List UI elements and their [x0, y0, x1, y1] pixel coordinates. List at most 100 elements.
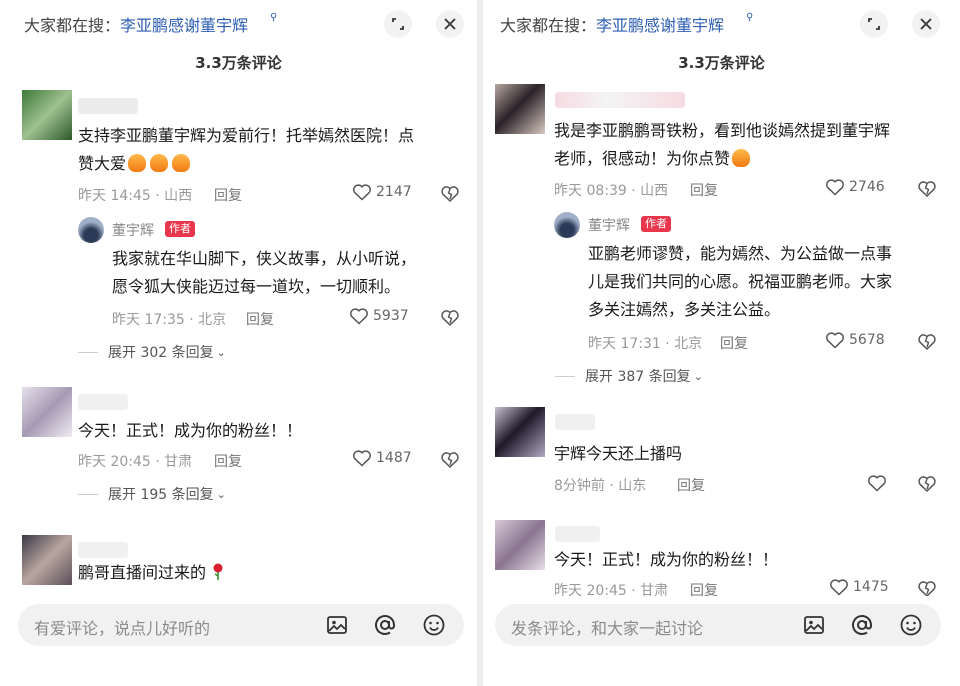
- avatar[interactable]: [495, 520, 545, 570]
- divider-line: [78, 493, 98, 495]
- emoji-icon[interactable]: [422, 613, 446, 637]
- reply-button[interactable]: 回复: [690, 580, 718, 596]
- expand-replies-label: 展开 302 条回复: [108, 345, 214, 361]
- comment-text: 今天！正式！成为你的粉丝！！: [554, 550, 779, 569]
- chevron-down-icon: ⌄: [693, 369, 703, 383]
- avatar[interactable]: [22, 90, 72, 140]
- comment-text: 支持李亚鹏董宇辉为爱前行！托举嫣然医院！点 赞大爱: [78, 126, 415, 173]
- dislike-icon[interactable]: [917, 579, 937, 596]
- username-blurred[interactable]: [78, 394, 128, 410]
- search-suggestion[interactable]: 大家都在搜：李亚鹏感谢董宇辉: [500, 12, 724, 36]
- reply-button[interactable]: 回复: [214, 451, 242, 471]
- expand-replies-button[interactable]: 展开 387 条回复 ⌄: [555, 366, 703, 386]
- author-badge: 作者: [641, 216, 671, 232]
- username-blurred[interactable]: [555, 92, 685, 108]
- comment-input[interactable]: 发条评论，和大家一起讨论: [495, 604, 941, 646]
- chevron-down-icon: ⌄: [216, 345, 226, 359]
- image-icon[interactable]: [802, 613, 826, 637]
- comment-text: 今天！正式！成为你的粉丝！！: [78, 421, 303, 440]
- like-button[interactable]: 2147: [352, 183, 412, 201]
- comment-meta: 昨天 20:45 · 甘肃: [78, 454, 193, 470]
- search-suggestion[interactable]: 大家都在搜：李亚鹏感谢董宇辉: [24, 12, 248, 36]
- like-count: 5678: [849, 332, 885, 348]
- author-badge: 作者: [165, 221, 195, 237]
- dislike-icon[interactable]: [440, 308, 460, 328]
- avatar[interactable]: [22, 535, 72, 585]
- search-prefix-label: 大家都在搜：: [24, 16, 121, 35]
- reply-button[interactable]: 回复: [677, 475, 705, 495]
- image-icon[interactable]: [325, 613, 349, 637]
- heart-icon[interactable]: [867, 474, 887, 492]
- comment-text: 鹏哥直播间过来的: [78, 559, 468, 587]
- heart-icon: [826, 179, 844, 196]
- dislike-icon[interactable]: [440, 184, 460, 204]
- reply-meta: 昨天 17:35 · 北京: [112, 312, 227, 328]
- expand-replies-button[interactable]: 展开 302 条回复 ⌄: [78, 342, 226, 362]
- dislike-icon[interactable]: [917, 474, 937, 494]
- username-blurred[interactable]: [78, 542, 128, 558]
- like-button[interactable]: 1475: [829, 578, 889, 596]
- like-button[interactable]: 1487: [352, 449, 412, 467]
- comment-list[interactable]: 支持李亚鹏董宇辉为爱前行！托举嫣然医院！点 赞大爱 昨天 14:45 · 山西 …: [0, 80, 477, 596]
- reply-text: 我家就在华山脚下，侠义故事，从小听说， 愿令狐大侠能迈过每一道坎，一切顺利。: [112, 249, 417, 296]
- like-button[interactable]: 5678: [825, 331, 885, 349]
- chevron-down-icon: ⌄: [216, 487, 226, 501]
- like-button[interactable]: 5937: [349, 307, 409, 325]
- at-icon[interactable]: [373, 613, 397, 637]
- heart-icon: [350, 308, 368, 325]
- expand-replies-label: 展开 195 条回复: [108, 487, 214, 503]
- username-blurred[interactable]: [555, 526, 600, 542]
- avatar[interactable]: [495, 84, 545, 134]
- fullscreen-button[interactable]: [384, 10, 412, 38]
- top-bar: 大家都在搜：李亚鹏感谢董宇辉 ⚲: [0, 0, 477, 46]
- heart-icon: [826, 332, 844, 349]
- comment-meta: 昨天 20:45 · 甘肃: [554, 583, 669, 596]
- comment-meta: 昨天 08:39 · 山西: [554, 183, 669, 199]
- at-icon[interactable]: [850, 613, 874, 637]
- thumbs-up-emoji: [732, 149, 751, 167]
- author-avatar[interactable]: [554, 212, 580, 238]
- search-query-link[interactable]: 李亚鹏感谢董宇辉: [120, 16, 248, 35]
- username-blurred[interactable]: [555, 414, 595, 430]
- close-button[interactable]: [912, 10, 940, 38]
- like-button[interactable]: 2746: [825, 178, 885, 196]
- like-count: 2147: [376, 184, 412, 200]
- reply-button[interactable]: 回复: [690, 180, 718, 200]
- comment-meta: 8分钟前 · 山东: [554, 478, 647, 494]
- search-icon: ⚲: [746, 12, 754, 23]
- close-icon: [444, 18, 456, 30]
- avatar[interactable]: [495, 407, 545, 457]
- comment-meta: 昨天 14:45 · 山西: [78, 188, 193, 204]
- avatar[interactable]: [22, 387, 72, 437]
- comment-input-placeholder: 发条评论，和大家一起讨论: [511, 619, 704, 638]
- dislike-icon[interactable]: [917, 179, 937, 199]
- comment-input[interactable]: 有爱评论，说点儿好听的: [18, 604, 464, 646]
- dislike-icon[interactable]: [917, 332, 937, 352]
- search-icon: ⚲: [270, 12, 278, 23]
- comment-count: 3.3万条评论: [678, 54, 765, 72]
- author-name[interactable]: 董宇辉: [112, 220, 154, 240]
- reply-button[interactable]: 回复: [246, 309, 274, 329]
- emoji-icon[interactable]: [899, 613, 923, 637]
- heart-icon: [830, 579, 848, 596]
- expand-replies-button[interactable]: 展开 195 条回复 ⌄: [78, 484, 226, 504]
- reply-button[interactable]: 回复: [214, 185, 242, 205]
- comment-count: 3.3万条评论: [195, 54, 282, 72]
- comment-panel-right: 大家都在搜：李亚鹏感谢董宇辉 ⚲ 3.3万条评论 我是李亚鹏鹏哥铁粉，看到他谈嫣…: [483, 0, 960, 686]
- reply-button[interactable]: 回复: [720, 333, 748, 353]
- thumbs-up-emoji: [150, 154, 169, 172]
- reply-text: 亚鹏老师谬赞，能为嫣然、为公益做一点事 儿是我们共同的心愿。祝福亚鹏老师。大家 …: [588, 244, 893, 319]
- fullscreen-icon: [392, 18, 404, 30]
- close-icon: [920, 18, 932, 30]
- like-count: 2746: [849, 179, 885, 195]
- author-avatar[interactable]: [78, 217, 104, 243]
- fullscreen-button[interactable]: [860, 10, 888, 38]
- close-button[interactable]: [436, 10, 464, 38]
- dislike-icon[interactable]: [440, 450, 460, 470]
- comment-list[interactable]: 我是李亚鹏鹏哥铁粉，看到他谈嫣然提到董宇辉 老师，很感动！为你点赞 昨天 08:…: [483, 80, 960, 596]
- fullscreen-icon: [868, 18, 880, 30]
- author-name[interactable]: 董宇辉: [588, 215, 630, 235]
- thumbs-up-emoji: [128, 154, 147, 172]
- search-query-link[interactable]: 李亚鹏感谢董宇辉: [596, 16, 724, 35]
- username-blurred[interactable]: [78, 98, 138, 114]
